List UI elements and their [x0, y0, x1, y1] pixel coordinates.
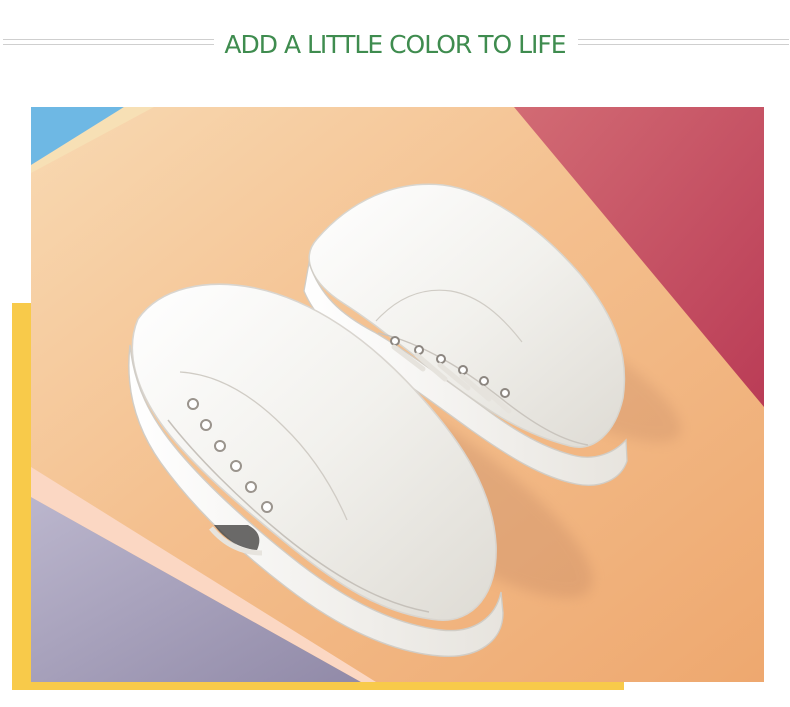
- header: ADD A LITTLE COLOR TO LIFE: [0, 0, 790, 100]
- title-row: ADD A LITTLE COLOR TO LIFE: [0, 24, 790, 68]
- right-double-rule: [578, 36, 789, 48]
- product-photo: [31, 107, 764, 682]
- page-title: ADD A LITTLE COLOR TO LIFE: [224, 30, 566, 59]
- left-double-rule: [3, 36, 214, 48]
- sneakers-illustration: [31, 107, 764, 682]
